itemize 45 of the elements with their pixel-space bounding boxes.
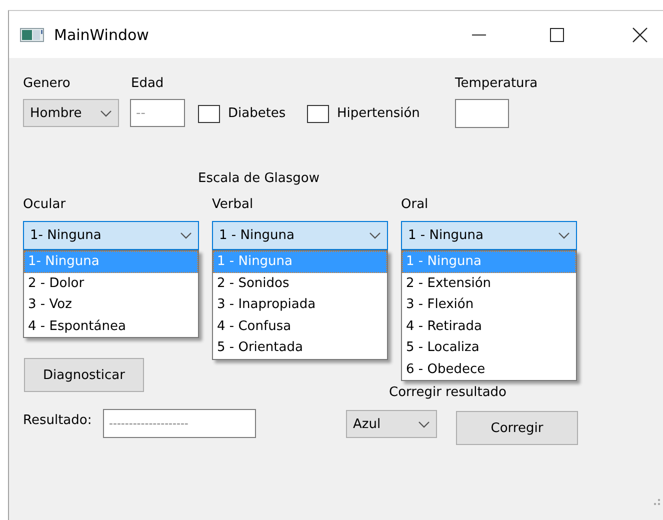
close-button[interactable]: [632, 26, 648, 42]
dropdown-option[interactable]: 3 - Flexión: [402, 294, 576, 316]
resize-grip-icon[interactable]: [653, 498, 661, 506]
dropdown-option[interactable]: 4 - Espontánea: [24, 316, 198, 337]
field-label: Genero: [23, 75, 70, 93]
checkbox-label: Hipertensión: [337, 105, 420, 123]
caret-icon: [100, 110, 112, 116]
checkbox[interactable]: [307, 105, 329, 123]
dropdown-option[interactable]: 4 - Confusa: [213, 316, 387, 337]
dropdown-option[interactable]: 2 - Extensión: [402, 272, 576, 294]
field-label: Temperatura: [455, 75, 538, 93]
correct-button[interactable]: Corregir: [456, 411, 578, 445]
checkbox-label: Diabetes: [228, 105, 286, 123]
window-title: MainWindow: [54, 26, 149, 44]
caret-icon: [418, 420, 430, 428]
section-title: Escala de Glasgow: [198, 170, 320, 188]
maximize-button[interactable]: [549, 26, 565, 42]
dropdown-option[interactable]: 5 - Localiza: [402, 337, 576, 358]
age-field[interactable]: --: [130, 99, 185, 127]
temperature-field[interactable]: [455, 99, 509, 128]
caret-icon: [180, 232, 192, 239]
dropdown-option[interactable]: 3 - Inapropiada: [213, 294, 387, 316]
caret-icon: [369, 232, 381, 239]
dropdown-option[interactable]: 4 - Retirada: [402, 316, 576, 337]
dropdown-option[interactable]: 6 - Obedece: [402, 358, 576, 380]
color-dropdown[interactable]: Azul: [346, 410, 437, 438]
dropdown-option[interactable]: 5 - Orientada: [213, 337, 387, 358]
scale-dropdown[interactable]: 1 - Ninguna: [212, 221, 388, 250]
checkbox[interactable]: [198, 105, 220, 123]
result-field[interactable]: --------------------: [103, 409, 256, 438]
dropdown-option[interactable]: 2 - Sonidos: [213, 272, 387, 294]
field-label: Verbal: [212, 196, 254, 214]
field-label: Oral: [401, 196, 428, 214]
diagnose-button[interactable]: Diagnosticar: [24, 358, 144, 392]
field-label: Edad: [131, 75, 164, 93]
scale-dropdown[interactable]: 1 - Ninguna: [401, 221, 577, 250]
app-icon: [20, 28, 44, 42]
field-label: Corregir resultado: [389, 384, 506, 402]
scale-dropdown[interactable]: 1- Ninguna: [23, 221, 199, 250]
gender-dropdown[interactable]: Hombre: [23, 99, 119, 127]
field-label: Ocular: [23, 196, 66, 214]
dropdown-option[interactable]: 2 - Dolor: [24, 272, 198, 294]
dropdown-option[interactable]: 3 - Voz: [24, 294, 198, 316]
field-label: Resultado:: [23, 412, 92, 430]
caret-icon: [558, 232, 570, 239]
